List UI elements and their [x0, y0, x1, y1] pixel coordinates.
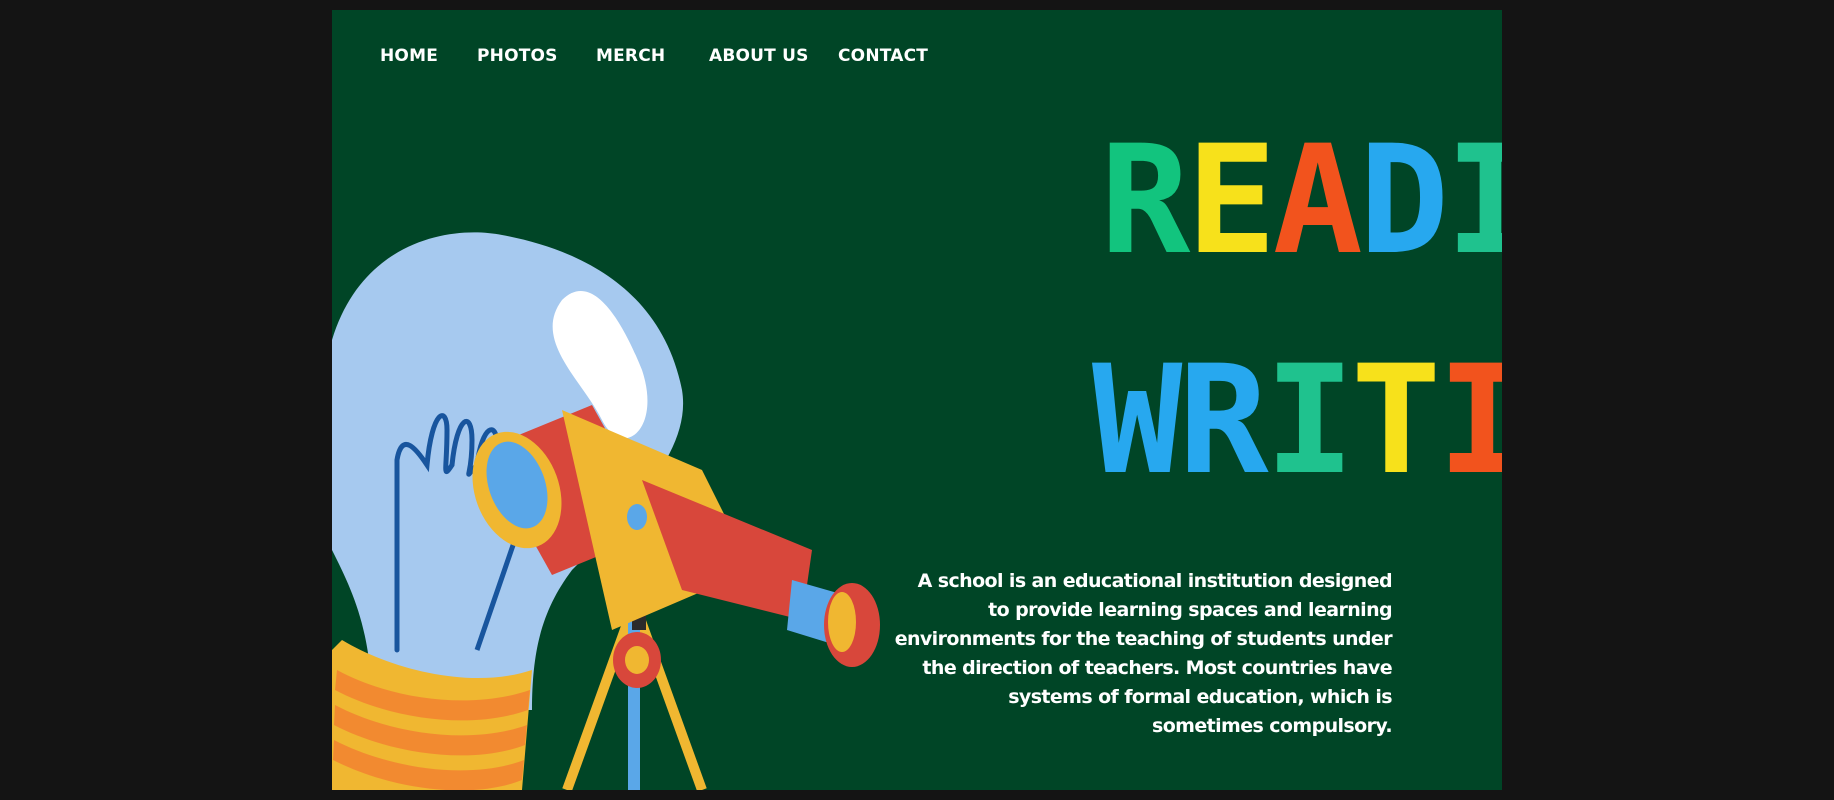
title-line1: READING	[1100, 114, 1502, 288]
title-reading: READING	[1100, 114, 1502, 288]
title-line2: WRITING	[1092, 334, 1502, 508]
title-writing: WRITING	[1092, 334, 1502, 508]
hero-description: A school is an educational institution d…	[894, 570, 1393, 737]
landing-page: HOME PHOTOS MERCH ABOUT US CONTACT READI…	[332, 10, 1502, 790]
